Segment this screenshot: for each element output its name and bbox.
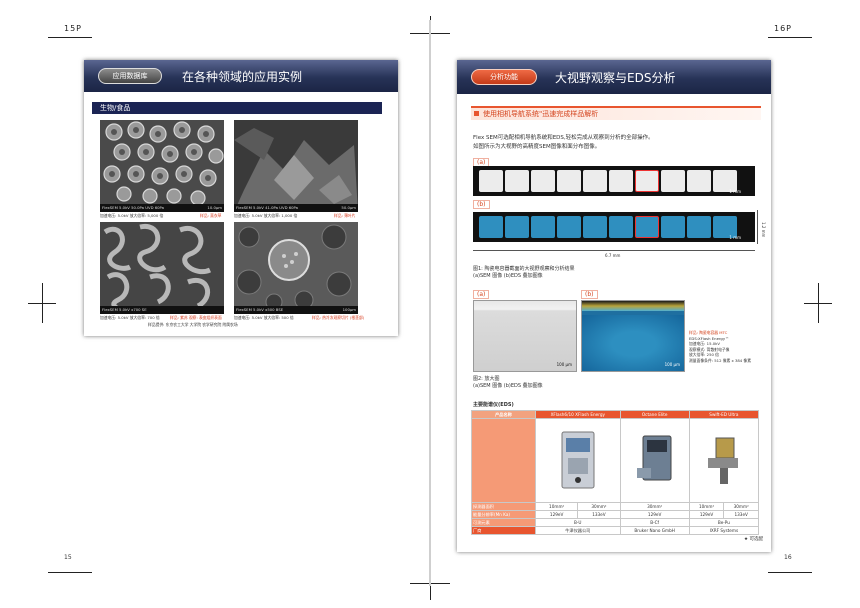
right-footer-number: 16	[784, 554, 792, 561]
image-source-note: 样品提供: 东京农工大学 大学院 农学研究院 附属农场	[148, 322, 238, 327]
dimension-vertical: 1.2 mm	[761, 222, 766, 238]
left-page-title: 在各种领域的应用实例	[182, 70, 303, 84]
right-page-title: 大视野观察与EDS分析	[555, 71, 676, 85]
left-page-number: 15P	[64, 24, 83, 33]
figure2-caption: 图2: 放大图 (a)SEM 图像 (b)EDS 叠加图像	[473, 376, 543, 389]
strip-scale: 1 mm	[729, 235, 741, 240]
image-conditions: 加速电压: 5.0kV 放大倍率: 700 倍	[100, 315, 160, 320]
table-header: XFlash6/10 XFlash Energy	[535, 410, 621, 419]
image-conditions: 加速电压: 5.0kV 放大倍率: 1,000 倍	[234, 213, 298, 218]
sem-strip: 1 mm	[473, 166, 755, 196]
eds-table: 产品名称 XFlash6/10 XFlash Energy Octane Eli…	[471, 410, 760, 535]
left-page: 应用数据库 在各种领域的应用实例 生物/食品 FlexSEM 5.0kV 50.…	[84, 60, 398, 336]
left-section-badge: 应用数据库	[98, 68, 162, 84]
right-page: 分析功能 大视野观察与EDS分析 使用相机导航系统"迅速完成样品解析 Flex …	[457, 60, 771, 552]
zoom-eds-image: 100 μm	[581, 300, 685, 372]
label-a-zoom: (a)	[473, 290, 490, 299]
image-sample-tag: 样品: 热冷冻观察切片 (根茎部)	[312, 315, 365, 320]
table-title: 主要能谱仪(EDS)	[473, 402, 514, 408]
right-section-badge: 分析功能	[471, 69, 537, 85]
sem-image-root: FlexSEM 5.0kV x500 BSE 100μm	[234, 222, 358, 314]
image-conditions: 加速电压: 5.0kV 放大倍率: 5,000 倍	[100, 213, 164, 218]
sem-image-perilla: FlexSEM 5.0kV x700 SE	[100, 222, 224, 314]
table-header: Octane Elite	[619, 410, 690, 419]
eds-info: 样品: 陶瓷电容器 MTC EDS:XFlash Energy™ 加速电压: 1…	[689, 330, 752, 363]
image-sample-tag: 样品: 紫苏 观察: 表皮组织表面	[170, 315, 222, 320]
dimension-horizontal: 6.7 mm	[605, 253, 621, 258]
image-meta: FlexSEM 5.0kV x500 BSE	[236, 307, 284, 312]
image-scale: 50.0μm	[341, 205, 356, 210]
image-scale: 10.0μm	[207, 205, 222, 210]
label-b: (b)	[473, 200, 490, 209]
table-header: 产品名称	[471, 410, 536, 419]
footnote: ★ 可选配	[744, 537, 763, 542]
left-header-bar: 应用数据库 在各种领域的应用实例	[84, 60, 398, 92]
sem-image-lavender: FlexSEM 5.0kV 50.0Pa UVD 60Pa 10.0μm	[100, 120, 224, 212]
image-meta: FlexSEM 5.0kV x700 SE	[102, 307, 147, 312]
strip-scale: 1 mm	[729, 189, 741, 194]
sem-image-leaf: FlexSEM 5.0kV 41.0Pa UVD 60Pa 50.0μm	[234, 120, 358, 212]
image-meta: FlexSEM 5.0kV 50.0Pa UVD 60Pa	[102, 205, 164, 210]
table-header: Swift-ED Ultra	[688, 410, 760, 419]
image-meta: FlexSEM 5.0kV 41.0Pa UVD 60Pa	[236, 205, 298, 210]
image-sample-tag: 样品: 薰衣草	[200, 213, 222, 218]
right-header-bar: 分析功能 大视野观察与EDS分析	[457, 60, 771, 94]
section-subhead: 使用相机导航系统"迅速完成样品解析	[471, 106, 761, 120]
image-conditions: 加速电压: 5.0kV 放大倍率: 500 倍	[234, 315, 294, 320]
image-sample-tag: 样品: 薄叶片	[334, 213, 356, 218]
left-footer-number: 15	[64, 554, 72, 561]
figure1-caption: 图1: 陶瓷电容器截面的大视野观察和分析结果 (a)SEM 图像 (b)EDS …	[473, 266, 575, 279]
product-image	[619, 418, 690, 503]
right-page-number: 16P	[774, 24, 793, 33]
product-image	[688, 418, 760, 503]
zoom-sem-image: 100 μm	[473, 300, 577, 372]
product-image	[535, 418, 621, 503]
intro-text: Flex SEM可选配相机导航系统和EDS,轻松完成从观察到分析的全部操作。 如…	[473, 135, 654, 150]
image-scale: 100μm	[342, 307, 356, 312]
page-fold	[429, 20, 431, 586]
eds-strip: 1 mm	[473, 212, 755, 242]
label-b-zoom: (b)	[581, 290, 598, 299]
category-bar: 生物/食品	[92, 102, 382, 114]
